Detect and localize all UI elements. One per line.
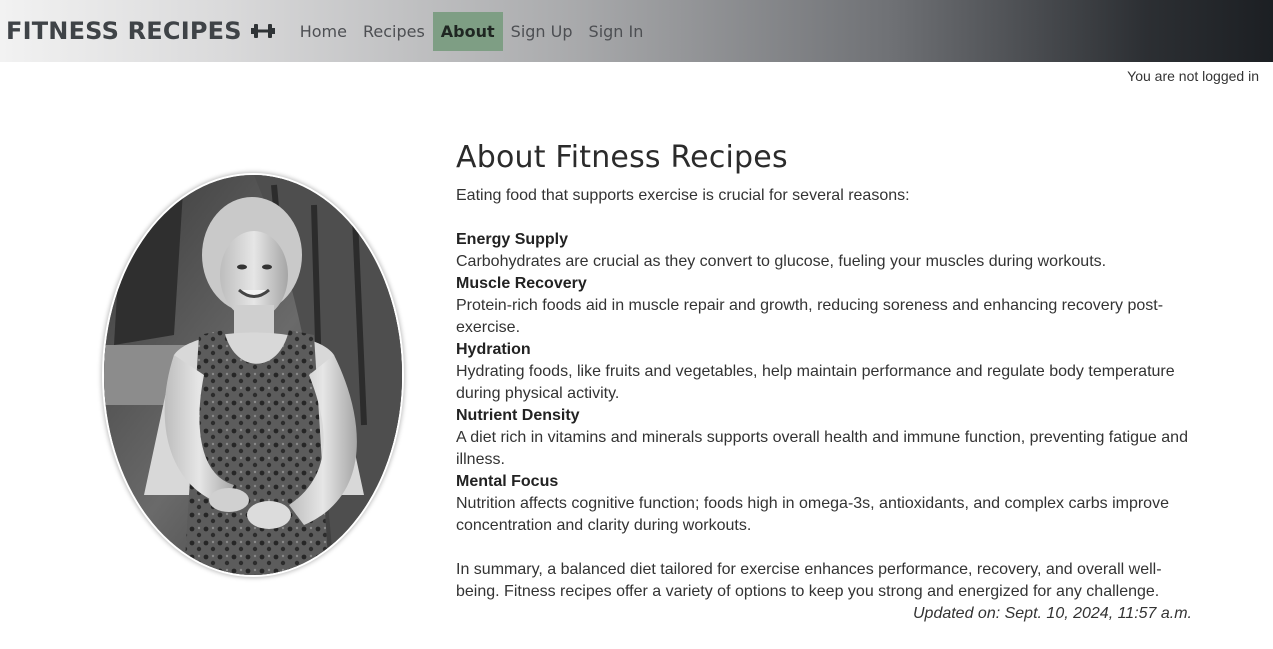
section-body-mental-focus: Nutrition affects cognitive function; fo… [456,495,1169,534]
section-title-energy-supply: Energy Supply [456,231,569,248]
brand-logo[interactable]: FITNESS RECIPES [6,0,276,62]
summary-text: In summary, a balanced diet tailored for… [456,561,1162,600]
intro-text: Eating food that supports exercise is cr… [456,187,910,204]
page-title: About Fitness Recipes [456,140,788,175]
dumbbell-icon [250,24,275,38]
profile-portrait [104,175,402,575]
nav-link-sign-up[interactable]: Sign Up [503,12,581,51]
section-body-hydration: Hydrating foods, like fruits and vegetab… [456,363,1175,402]
section-title-muscle-recovery: Muscle Recovery [456,275,587,292]
nav-link-about[interactable]: About [432,11,503,51]
updated-timestamp: Updated on: Sept. 10, 2024, 11:57 a.m. [912,605,1192,622]
section-body-muscle-recovery: Protein-rich foods aid in muscle repair … [456,297,1164,336]
login-status: You are not logged in [1127,68,1259,84]
section-title-hydration: Hydration [456,341,531,358]
nav-link-sign-in[interactable]: Sign In [581,12,652,51]
nav-links: Home Recipes About Sign Up Sign In [292,0,652,62]
section-title-mental-focus: Mental Focus [456,473,559,490]
portrait-image [104,175,402,575]
nav-link-home[interactable]: Home [292,12,355,51]
section-body-energy-supply: Carbohydrates are crucial as they conver… [456,253,1107,270]
brand-name[interactable]: FITNESS RECIPES [6,17,242,45]
navbar: FITNESS RECIPES Home Recipes About Sign … [0,0,1273,62]
nav-link-recipes[interactable]: Recipes [355,12,433,51]
about-content: About Fitness Recipes Eating food that s… [456,140,1196,625]
section-body-nutrient-density: A diet rich in vitamins and minerals sup… [456,429,1188,468]
section-title-nutrient-density: Nutrient Density [456,407,580,424]
